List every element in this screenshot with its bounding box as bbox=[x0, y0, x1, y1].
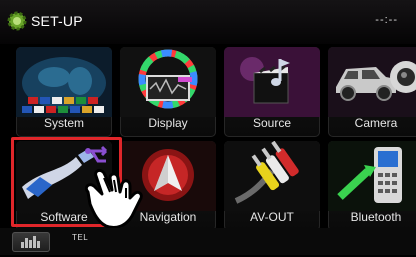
bluetooth-phone-icon bbox=[328, 141, 416, 211]
camera-button[interactable]: Camera bbox=[328, 47, 416, 137]
page-title: SET-UP bbox=[31, 13, 83, 29]
hand-pointer-icon bbox=[80, 168, 150, 234]
tel-label: TEL bbox=[72, 233, 89, 242]
av-cable-icon bbox=[224, 141, 320, 211]
world-map-flags-icon bbox=[16, 47, 112, 117]
source-button[interactable]: Source bbox=[224, 47, 320, 137]
bottom-bar bbox=[0, 228, 416, 255]
display-label: Display bbox=[148, 116, 188, 130]
clock: --:-- bbox=[375, 14, 398, 26]
equalizer-icon bbox=[21, 236, 40, 248]
source-label: Source bbox=[252, 116, 292, 130]
av-out-button[interactable]: AV-OUT bbox=[224, 141, 320, 231]
car-camera-icon bbox=[328, 47, 416, 117]
equalizer-button[interactable] bbox=[12, 232, 50, 252]
camera-label: Camera bbox=[354, 116, 398, 130]
system-button[interactable]: System bbox=[16, 47, 112, 137]
bluetooth-label: Bluetooth bbox=[350, 210, 402, 224]
clapperboard-music-icon bbox=[224, 47, 320, 117]
system-label: System bbox=[43, 116, 84, 130]
bluetooth-button[interactable]: Bluetooth bbox=[328, 141, 416, 231]
display-color-wheel-icon bbox=[120, 47, 216, 117]
display-button[interactable]: Display bbox=[120, 47, 216, 137]
av-out-label: AV-OUT bbox=[250, 210, 294, 224]
gear-icon bbox=[6, 10, 28, 32]
